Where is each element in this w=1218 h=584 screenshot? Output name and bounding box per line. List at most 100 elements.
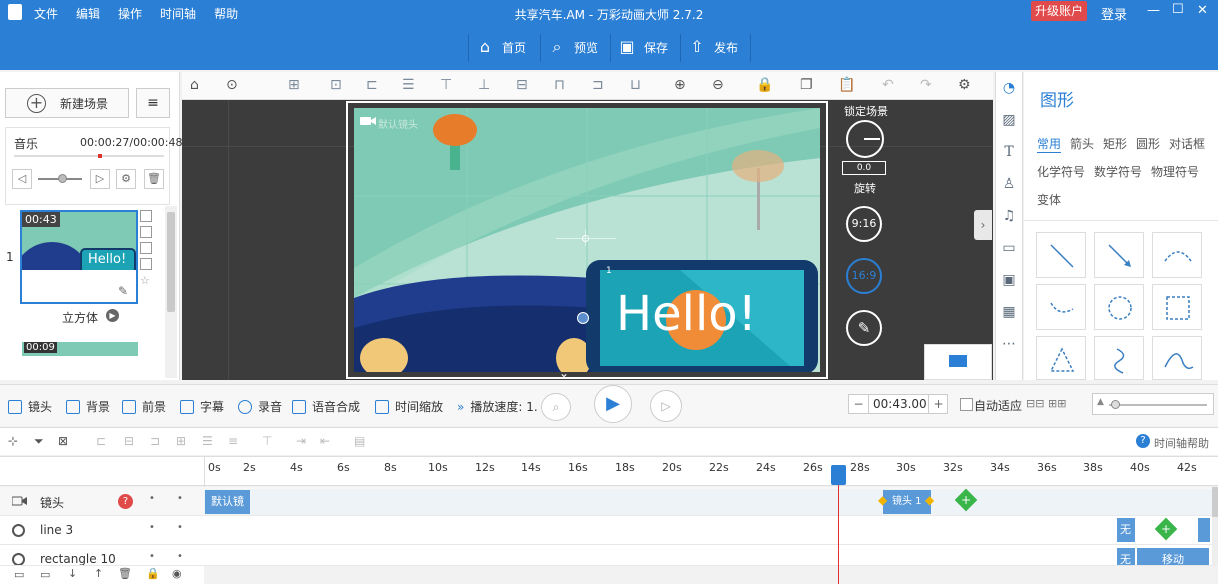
delete-scene-icon[interactable] <box>140 226 152 238</box>
shape-tab-common[interactable]: 常用 <box>1037 135 1062 153</box>
move-down-track-icon[interactable]: ↓ <box>68 567 77 580</box>
more-options-icon[interactable]: ⊙ <box>226 77 238 93</box>
lock-track-icon[interactable]: • <box>177 493 183 504</box>
align-middle-icon[interactable]: ⊡ <box>330 77 342 93</box>
time-value[interactable]: 00:43.00 <box>873 395 927 413</box>
timeline-help-label[interactable]: 时间轴帮助 <box>1154 435 1209 451</box>
delete-track-icon[interactable]: 🗑 <box>118 567 132 580</box>
shape-wave[interactable] <box>1152 336 1202 380</box>
volume-knob[interactable] <box>58 174 67 183</box>
merge-track-icon[interactable]: ≡ <box>228 434 238 448</box>
align-left-icon[interactable]: ⊏ <box>366 77 378 93</box>
scene-scrollbar-thumb[interactable] <box>167 212 175 312</box>
zoom-out-icon[interactable]: ⊖ <box>712 77 724 93</box>
merge-scene-icon[interactable] <box>140 258 152 270</box>
record-button[interactable]: 录音 <box>238 398 282 415</box>
minimize-icon[interactable]: — <box>1147 3 1160 18</box>
shape-tab-circle[interactable]: 圆形 <box>1136 135 1160 152</box>
camera-clip-default[interactable]: 默认镜 <box>205 490 250 514</box>
copy-scene-icon[interactable] <box>140 210 152 222</box>
lock-all-icon[interactable]: 🔒 <box>146 567 160 580</box>
login-button[interactable]: 登录 <box>1101 4 1127 23</box>
visibility-icon[interactable]: • <box>149 551 155 562</box>
character-icon[interactable]: ♙ <box>996 168 1022 200</box>
scene-scrollbar[interactable] <box>165 206 177 378</box>
distribute-h-icon[interactable]: ☰ <box>402 77 415 93</box>
eye-icon[interactable]: ◉ <box>172 567 182 580</box>
distribute-v-icon[interactable]: ⊓ <box>554 77 565 93</box>
play-transition-icon[interactable]: ▶ <box>106 309 119 322</box>
fit-width-icon[interactable]: ⊟⊟ <box>1026 397 1044 410</box>
move-up-track-icon[interactable]: ↑ <box>94 567 103 580</box>
shape-triangle[interactable] <box>1036 336 1086 380</box>
shape-curved-arrow[interactable] <box>1036 284 1086 330</box>
music-icon[interactable]: ♫ <box>996 200 1022 232</box>
hello-sign[interactable]: Hello! 1 <box>577 260 818 372</box>
folder-icon[interactable]: ▭ <box>40 568 50 581</box>
publish-button[interactable]: ⇧ 发布 <box>688 38 738 56</box>
volume-slider[interactable] <box>38 174 82 183</box>
save-button[interactable]: ▣ 保存 <box>618 38 668 56</box>
time-increment-button[interactable]: + <box>928 395 948 413</box>
time-ruler[interactable]: 0s 2s 4s 6s 8s 10s 12s 14s 16s 18s 20s 2… <box>0 456 1218 487</box>
edit-scene-icon[interactable]: ✎ <box>118 284 128 298</box>
image-icon[interactable]: ▨ <box>996 104 1022 136</box>
shape-tab-chem[interactable]: 化学符号 <box>1037 163 1085 180</box>
lock-track-icon[interactable]: • <box>177 551 183 562</box>
text-icon[interactable]: T <box>996 136 1022 168</box>
upgrade-account-button[interactable]: 升级账户 <box>1031 1 1087 21</box>
more-elements-icon[interactable]: ⋯ <box>996 328 1022 360</box>
scene-1-thumbnail[interactable]: Hello! 00:43 ✎ <box>20 210 138 304</box>
visibility-icon[interactable]: • <box>149 493 155 504</box>
line-3-clip[interactable]: 无 <box>1117 518 1135 542</box>
shape-line[interactable] <box>1036 232 1086 278</box>
undo-icon[interactable]: ↶ <box>882 77 894 93</box>
preview-scene-icon[interactable]: ⌕ <box>541 393 571 421</box>
visibility-icon[interactable]: • <box>149 522 155 533</box>
scene-2[interactable]: 00:09 <box>0 328 164 356</box>
scene-menu-icon[interactable]: ≡ <box>136 88 170 118</box>
rotate-dial[interactable] <box>846 120 884 158</box>
shape-tab-rect[interactable]: 矩形 <box>1103 135 1127 152</box>
bubble-icon[interactable]: ▭ <box>996 232 1022 264</box>
clear-filter-icon[interactable]: ⊠ <box>58 434 68 448</box>
rotate-value[interactable]: 0.0 <box>842 161 886 175</box>
timeline-scrollbar-thumb[interactable] <box>1212 487 1218 517</box>
align-center-icon[interactable]: ⊞ <box>288 77 300 93</box>
expand-panel-icon[interactable]: › <box>974 210 992 240</box>
scene-transition-label[interactable]: 立方体 <box>62 309 98 326</box>
add-folder-icon[interactable]: ▭ <box>14 568 24 581</box>
favorite-scene-icon[interactable]: ☆ <box>140 274 152 287</box>
rectangle-10-clip[interactable]: 无 <box>1117 548 1135 565</box>
track-settings-icon[interactable]: ▤ <box>354 434 365 448</box>
close-icon[interactable]: ✕ <box>1197 3 1208 18</box>
stack-track-icon[interactable]: ☰ <box>202 434 213 448</box>
ratio-16-9-button[interactable]: 16:9 <box>846 258 882 294</box>
track-rectangle-10[interactable]: rectangle 10 • • 无 移动 <box>0 545 1218 566</box>
shape-arc[interactable] <box>1152 232 1202 278</box>
outdent-track-icon[interactable]: ⇤ <box>320 434 330 448</box>
video-icon[interactable]: ▣ <box>996 264 1022 296</box>
time-decrement-button[interactable]: − <box>849 395 869 413</box>
move-animation-clip[interactable]: 移动 <box>1137 548 1209 565</box>
timeline-zoom-slider[interactable]: ▲ <box>1092 393 1214 415</box>
shapes-icon[interactable]: ◔ <box>996 72 1022 104</box>
export-scene-icon[interactable] <box>140 242 152 254</box>
lock-icon[interactable]: 🔒 <box>756 77 773 93</box>
align-vcenter-icon[interactable]: ⊟ <box>516 77 528 93</box>
track-camera[interactable]: 镜头 ? • • 默认镜 镜头 1 ◆ ◆ + <box>0 487 1218 516</box>
new-scene-button[interactable]: + 新建场景 <box>5 88 129 118</box>
shape-arrow[interactable] <box>1094 232 1144 278</box>
music-settings-icon[interactable]: ⚙ <box>116 169 136 189</box>
shape-tab-arrow[interactable]: 箭头 <box>1070 135 1094 152</box>
background-button[interactable]: 背景 <box>66 398 110 415</box>
shape-rectangle[interactable] <box>1152 284 1202 330</box>
zoom-knob[interactable] <box>1111 400 1120 409</box>
playhead-handle[interactable] <box>831 465 846 485</box>
maximize-icon[interactable]: ☐ <box>1172 2 1184 17</box>
shape-tab-variant[interactable]: 变体 <box>1037 191 1061 208</box>
camera-clip-1[interactable]: 镜头 1 <box>883 490 931 514</box>
edit-stage-icon[interactable]: ✎ <box>846 310 882 346</box>
scene-canvas[interactable]: 默认镜头 Hello! 1 <box>354 108 820 372</box>
collapse-tracks-icon[interactable]: ⊤ <box>262 434 272 448</box>
